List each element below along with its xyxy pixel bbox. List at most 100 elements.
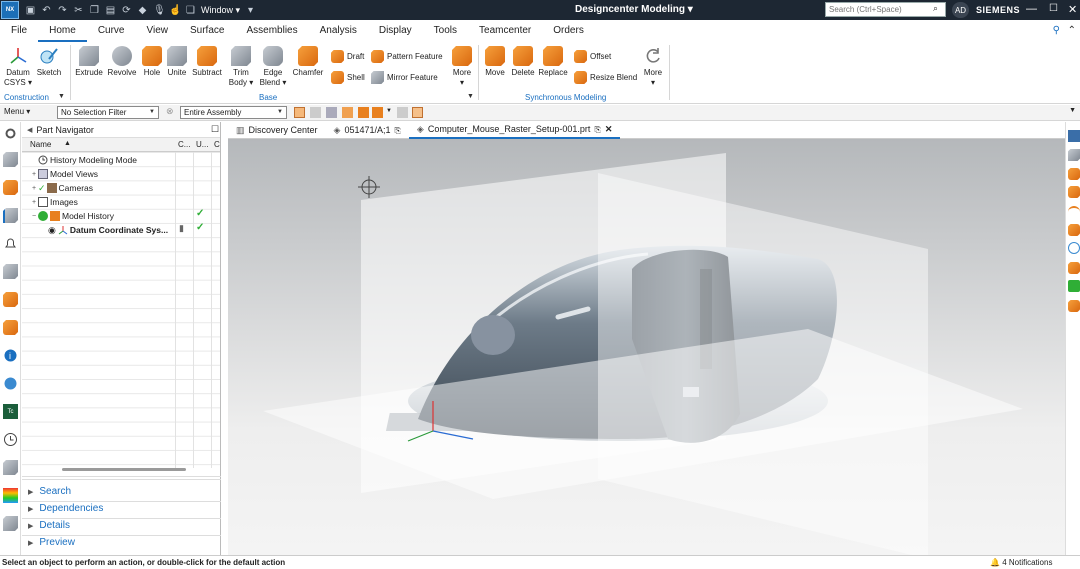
sketch-button[interactable]: Sketch (35, 46, 63, 78)
teamcenter-icon[interactable]: Tc (3, 404, 18, 419)
view-icon[interactable] (397, 107, 408, 118)
window-icon[interactable]: ❏ (185, 5, 196, 16)
base-group-arrow-icon[interactable]: ▼ (467, 93, 474, 100)
window-menu[interactable]: Window ▾ (201, 5, 240, 16)
construction-group-arrow-icon[interactable]: ▼ (58, 93, 65, 100)
expand-icon[interactable]: + (30, 199, 38, 206)
collapse-icon[interactable]: − (30, 213, 38, 220)
shell-button[interactable]: Shell (331, 71, 365, 84)
draft-button[interactable]: Draft (331, 50, 364, 63)
sort-ascending-icon[interactable]: ▲ (64, 140, 71, 147)
hole-button[interactable]: Hole (140, 46, 164, 78)
roles-icon[interactable] (3, 460, 18, 475)
mirror-feature-button[interactable]: Mirror Feature (371, 71, 438, 84)
horizontal-scrollbar[interactable] (62, 468, 186, 471)
toolbar-overflow-icon[interactable]: ▼ (1069, 107, 1076, 114)
tab-view[interactable]: View (136, 20, 180, 42)
resize-blend-button[interactable]: Resize Blend (574, 71, 637, 84)
section-details[interactable]: ▶ Details (28, 520, 70, 531)
select-icon[interactable] (294, 107, 305, 118)
collapse-arrow-icon[interactable]: ◀ (27, 126, 32, 134)
tab-analysis[interactable]: Analysis (309, 20, 368, 42)
layer-icon[interactable] (1068, 280, 1080, 292)
curve-rule-icon[interactable] (358, 107, 369, 118)
edges-icon[interactable] (1068, 186, 1080, 198)
menu-button[interactable]: Menu ▾ (4, 107, 30, 116)
expand-icon[interactable]: + (30, 171, 38, 178)
section-search[interactable]: ▶ Search (28, 486, 71, 497)
mic-icon[interactable]: 🎙 (153, 5, 166, 16)
offset-button[interactable]: Offset (574, 50, 611, 63)
orient-icon[interactable] (1068, 300, 1080, 312)
gear-icon[interactable] (3, 126, 18, 141)
tab-computer-mouse-prt[interactable]: ◈ Computer_Mouse_Raster_Setup-001.prt ⎘ … (408, 122, 621, 139)
touch-icon[interactable]: ☝ (169, 5, 181, 16)
minimize-icon[interactable]: — (1026, 3, 1037, 15)
undo-icon[interactable]: ↶ (41, 5, 52, 16)
assembly-navigator-icon[interactable] (3, 152, 18, 167)
customize-icon[interactable]: ▾ (245, 5, 256, 16)
command-search-input[interactable] (825, 2, 946, 17)
web-browser-icon[interactable] (3, 320, 18, 335)
edge-blend-button[interactable]: Edge Blend ▾ (258, 46, 288, 88)
sync-more-button[interactable]: More ▾ (641, 46, 665, 88)
system-materials-icon[interactable] (3, 516, 18, 531)
tree-item-model-views[interactable]: + Model Views (30, 167, 98, 181)
column-name[interactable]: Name (30, 140, 51, 149)
tree-item-cameras[interactable]: + ✓ Cameras (30, 181, 93, 195)
bell-icon[interactable] (3, 236, 18, 251)
cut-icon[interactable]: ✂ (73, 5, 84, 16)
part-navigator-icon[interactable] (3, 180, 18, 195)
pattern-feature-button[interactable]: Pattern Feature (371, 50, 443, 63)
tree-item-datum-csys[interactable]: ◉ Datum Coordinate Sys... (48, 223, 168, 237)
snap-icon[interactable] (310, 107, 321, 118)
avatar[interactable]: AD (952, 2, 969, 18)
subtract-button[interactable]: Subtract (190, 46, 224, 78)
view-style-icon[interactable] (1068, 130, 1080, 142)
maximize-icon[interactable]: ☐ (1049, 3, 1058, 14)
selection-scope-select[interactable]: Entire Assembly (180, 106, 287, 119)
reuse-library-icon[interactable] (3, 264, 18, 279)
notifications-button[interactable]: 🔔 4 Notifications (990, 558, 1052, 567)
paste-icon[interactable]: ▤ (105, 5, 116, 16)
tree-item-images[interactable]: + Images (30, 195, 78, 209)
tab-surface[interactable]: Surface (179, 20, 235, 42)
tab-curve[interactable]: Curve (87, 20, 136, 42)
tree-item-history-mode[interactable]: History Modeling Mode (30, 153, 137, 167)
tab-051471[interactable]: ◈ 051471/A;1 ⎘ (326, 122, 409, 139)
arc-icon[interactable] (1068, 206, 1080, 218)
lock-icon[interactable]: ⎘ (395, 122, 401, 139)
section-view-icon[interactable] (1068, 224, 1080, 236)
history-icon[interactable] (3, 432, 18, 447)
chevron-down-icon[interactable]: ▼ (386, 108, 392, 114)
redo-icon[interactable]: ↷ (57, 5, 68, 16)
tab-home[interactable]: Home (38, 20, 87, 42)
tab-display[interactable]: Display (368, 20, 423, 42)
app-logo-icon[interactable]: NX (1, 1, 19, 19)
collapse-ribbon-icon[interactable]: ⌃ (1068, 25, 1076, 36)
expand-icon[interactable]: + (30, 185, 38, 192)
render-icon[interactable] (1068, 149, 1080, 161)
globe-icon[interactable] (3, 376, 18, 391)
3d-viewport[interactable] (228, 139, 1065, 555)
info-icon[interactable]: i (3, 348, 18, 363)
datum-csys-button[interactable]: Datum CSYS ▾ (4, 46, 32, 88)
revolve-button[interactable]: Revolve (106, 46, 138, 78)
search-icon[interactable]: ⌕ (933, 3, 938, 14)
cube-icon[interactable]: ◆ (137, 5, 148, 16)
move-button[interactable]: Move (482, 46, 508, 78)
section-dependencies[interactable]: ▶ Dependencies (28, 503, 103, 514)
arrow-icon[interactable] (326, 107, 337, 118)
pin-icon[interactable]: ⚲ (1053, 25, 1060, 36)
check-icon[interactable]: ✓ (38, 183, 46, 194)
hd3d-icon[interactable] (3, 292, 18, 307)
save-icon[interactable]: ▣ (25, 5, 36, 16)
highlight-icon[interactable] (412, 107, 423, 118)
fit-icon[interactable] (1068, 262, 1080, 274)
tab-teamcenter[interactable]: Teamcenter (468, 20, 542, 42)
copy-icon[interactable]: ❐ (89, 5, 100, 16)
delete-button[interactable]: Delete (510, 46, 536, 78)
filter-icon[interactable]: ⊗ (166, 106, 177, 117)
lock-icon[interactable]: ⎘ (594, 122, 600, 138)
tab-discovery-center[interactable]: ▥ Discovery Center (228, 122, 326, 139)
